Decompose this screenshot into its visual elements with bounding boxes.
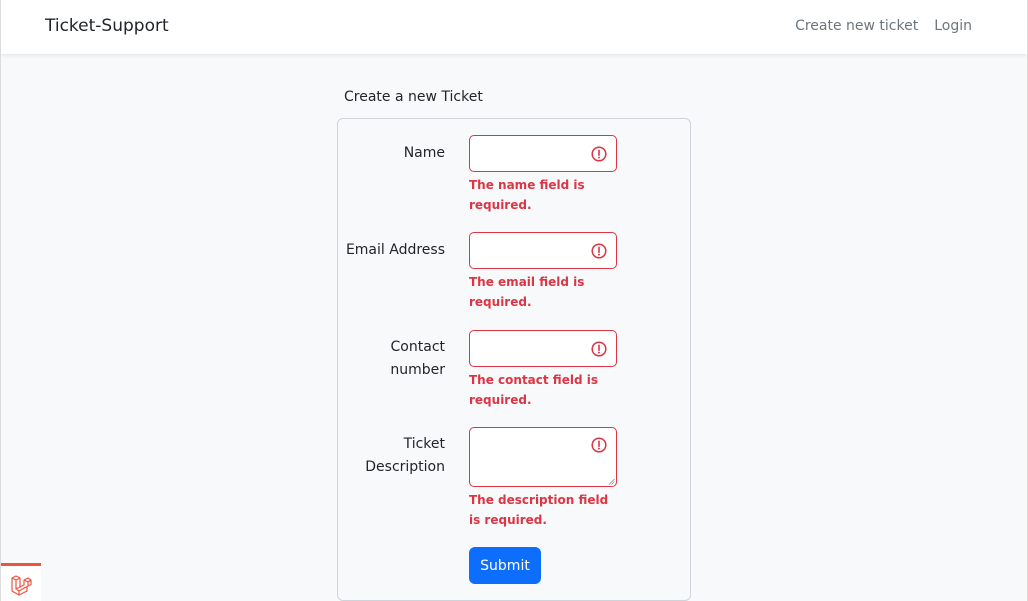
description-error-message: The description field is required.: [469, 493, 609, 527]
contact-label: Contact number: [390, 339, 445, 378]
nav-link-login[interactable]: Login: [934, 17, 972, 35]
name-error-message: The name field is required.: [469, 178, 585, 212]
resize-handle-icon[interactable]: [608, 478, 615, 485]
email-error-message: The email field is required.: [469, 275, 585, 309]
submit-button[interactable]: Submit: [469, 547, 541, 584]
nav-links: Create new ticket Login: [795, 17, 972, 35]
navbar: Ticket-Support Create new ticket Login: [1, 0, 1027, 54]
exclamation-circle-icon: [591, 341, 607, 357]
exclamation-circle-icon: [591, 243, 607, 259]
form-title: Create a new Ticket: [344, 89, 483, 105]
ticket-form-card: Name The name field is required. Email A…: [337, 118, 691, 601]
nav-link-create-ticket[interactable]: Create new ticket: [795, 17, 918, 35]
exclamation-circle-icon: [591, 437, 607, 453]
description-label: Ticket Description: [365, 436, 445, 475]
description-field-wrapper: [469, 427, 617, 487]
app-window: Ticket-Support Create new ticket Login C…: [0, 0, 1028, 601]
laravel-logo-icon: [11, 575, 32, 596]
email-label: Email Address: [345, 242, 445, 258]
contact-error-message: The contact field is required.: [469, 373, 598, 407]
email-field-wrapper: [469, 232, 617, 269]
name-field-wrapper: [469, 135, 617, 172]
name-label: Name: [403, 145, 445, 161]
contact-field-wrapper: [469, 330, 617, 367]
exclamation-circle-icon: [591, 146, 607, 162]
debugbar-badge[interactable]: [1, 563, 41, 601]
brand-link[interactable]: Ticket-Support: [45, 15, 169, 37]
